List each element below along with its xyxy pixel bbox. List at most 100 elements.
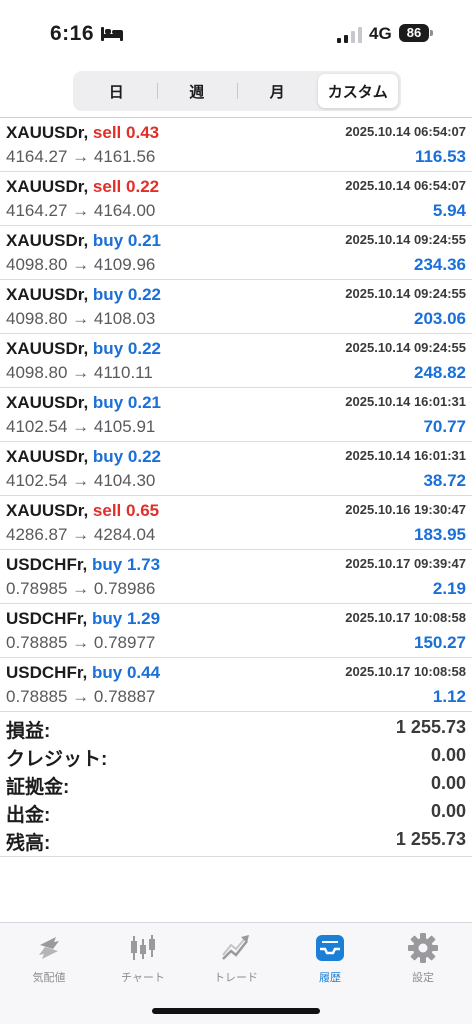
- account-summary: 損益: 1 255.73 クレジット: 0.00 証拠金: 0.00 出金: 0…: [0, 713, 472, 854]
- status-time: 6:16: [50, 22, 95, 45]
- tab-history[interactable]: 履歴: [283, 929, 377, 989]
- summary-label: 証拠金:: [6, 777, 70, 798]
- trade-symbol: XAUUSDr,: [6, 393, 89, 412]
- summary-row-credit: クレジット: 0.00: [0, 741, 472, 770]
- trade-symbol: XAUUSDr,: [6, 231, 89, 250]
- trade-volume: 0.44: [126, 663, 161, 682]
- trade-symbol: XAUUSDr,: [6, 285, 89, 304]
- trade-side: sell: [92, 123, 122, 142]
- trade-row[interactable]: USDCHFr, buy 1.73 2025.10.17 09:39:47 0.…: [0, 550, 472, 604]
- trade-title: USDCHFr, buy 1.73: [6, 555, 160, 575]
- summary-value: 1 255.73: [395, 717, 466, 737]
- status-bar: 6:16 4G 86: [0, 0, 472, 66]
- trade-title: USDCHFr, buy 0.44: [6, 663, 160, 683]
- trade-prices: 4164.27 → 4161.56: [6, 147, 156, 166]
- trade-row[interactable]: USDCHFr, buy 1.29 2025.10.17 10:08:58 0.…: [0, 604, 472, 658]
- summary-value: 0.00: [430, 801, 466, 821]
- trade-side: sell: [92, 501, 122, 520]
- trade-profit: 203.06: [414, 309, 466, 328]
- trade-side: buy: [91, 663, 123, 682]
- trade-symbol: USDCHFr,: [6, 663, 88, 682]
- trade-row[interactable]: XAUUSDr, buy 0.21 2025.10.14 16:01:31 41…: [0, 388, 472, 442]
- quotes-arrows-icon: [39, 937, 59, 959]
- tab-day[interactable]: 日: [76, 74, 157, 108]
- trade-title: XAUUSDr, buy 0.21: [6, 231, 161, 251]
- trade-prices: 4098.80 → 4109.96: [6, 255, 156, 274]
- trade-profit: 2.19: [432, 579, 466, 598]
- divider: [0, 856, 472, 857]
- trade-volume: 0.22: [126, 177, 160, 196]
- trade-profit: 248.82: [414, 363, 466, 382]
- trade-prices: 0.78985 → 0.78986: [6, 579, 156, 598]
- cellular-signal-icon: [337, 27, 362, 43]
- trade-profit: 38.72: [423, 471, 466, 490]
- trade-title: XAUUSDr, sell 0.22: [6, 177, 159, 197]
- trade-side: buy: [92, 285, 124, 304]
- tab-label: トレード: [214, 972, 258, 984]
- tab-custom[interactable]: カスタム: [317, 74, 398, 108]
- summary-label: クレジット:: [6, 749, 108, 770]
- trade-volume: 1.73: [126, 555, 161, 574]
- summary-label: 損益:: [6, 721, 51, 742]
- trade-side: buy: [92, 393, 124, 412]
- trade-profit: 70.77: [423, 417, 466, 436]
- trade-line-icon: [222, 935, 249, 960]
- summary-row-withdrawal: 出金: 0.00: [0, 797, 472, 826]
- trade-prices: 0.78885 → 0.78977: [6, 633, 156, 652]
- trade-row[interactable]: XAUUSDr, buy 0.22 2025.10.14 09:24:55 40…: [0, 334, 472, 388]
- summary-value: 0.00: [430, 773, 466, 793]
- period-segmented-control: 日 週 月 カスタム: [73, 71, 401, 111]
- trade-symbol: XAUUSDr,: [6, 123, 89, 142]
- trade-side: buy: [91, 555, 123, 574]
- summary-value: 1 255.73: [395, 829, 466, 849]
- trade-row[interactable]: XAUUSDr, sell 0.22 2025.10.14 06:54:07 4…: [0, 172, 472, 226]
- trade-symbol: XAUUSDr,: [6, 501, 89, 520]
- tab-settings[interactable]: 設定: [376, 929, 470, 989]
- network-type: 4G: [369, 24, 392, 43]
- trade-prices: 4098.80 → 4108.03: [6, 309, 156, 328]
- trade-datetime: 2025.10.17 10:08:58: [345, 610, 466, 625]
- trade-symbol: USDCHFr,: [6, 609, 88, 628]
- trade-volume: 0.43: [126, 123, 160, 142]
- trade-datetime: 2025.10.14 06:54:07: [345, 124, 466, 139]
- trade-volume: 0.65: [126, 501, 160, 520]
- gear-icon: [408, 933, 438, 963]
- trade-volume: 0.22: [127, 285, 161, 304]
- trade-prices: 0.78885 → 0.78887: [6, 687, 156, 706]
- summary-row-balance: 残高: 1 255.73: [0, 825, 472, 854]
- trade-row[interactable]: XAUUSDr, sell 0.65 2025.10.16 19:30:47 4…: [0, 496, 472, 550]
- trade-volume: 0.21: [127, 393, 161, 412]
- trade-row[interactable]: XAUUSDr, sell 0.43 2025.10.14 06:54:07 4…: [0, 118, 472, 172]
- trade-volume: 1.29: [126, 609, 161, 628]
- trade-datetime: 2025.10.17 09:39:47: [345, 556, 466, 571]
- trade-datetime: 2025.10.17 10:08:58: [345, 664, 466, 679]
- summary-label: 出金:: [6, 805, 51, 826]
- tab-week[interactable]: 週: [156, 74, 238, 108]
- trade-row[interactable]: USDCHFr, buy 0.44 2025.10.17 10:08:58 0.…: [0, 658, 472, 712]
- candlestick-chart-icon: [131, 935, 155, 960]
- trade-datetime: 2025.10.14 16:01:31: [345, 448, 466, 463]
- tab-trade[interactable]: トレード: [189, 929, 283, 989]
- trade-prices: 4164.27 → 4164.00: [6, 201, 156, 220]
- trade-row[interactable]: XAUUSDr, buy 0.22 2025.10.14 16:01:31 41…: [0, 442, 472, 496]
- tab-month[interactable]: 月: [237, 74, 318, 108]
- battery-tip: [430, 30, 433, 36]
- trade-prices: 4098.80 → 4110.11: [6, 363, 153, 382]
- tab-label: 履歴: [319, 972, 341, 984]
- tab-quotes[interactable]: 気配値: [2, 929, 96, 989]
- summary-row-profit: 損益: 1 255.73: [0, 713, 472, 742]
- summary-value: 0.00: [430, 745, 466, 765]
- trade-title: XAUUSDr, sell 0.65: [6, 501, 159, 521]
- tab-chart[interactable]: チャート: [96, 929, 190, 989]
- trade-prices: 4286.87 → 4284.04: [6, 525, 156, 544]
- trade-side: buy: [92, 339, 124, 358]
- trade-prices: 4102.54 → 4104.30: [6, 471, 156, 490]
- trade-row[interactable]: XAUUSDr, buy 0.21 2025.10.14 09:24:55 40…: [0, 226, 472, 280]
- trade-volume: 0.22: [127, 447, 161, 466]
- trade-profit: 116.53: [414, 147, 466, 166]
- home-indicator: [152, 1008, 320, 1014]
- trade-datetime: 2025.10.14 09:24:55: [345, 232, 466, 247]
- trade-profit: 5.94: [432, 201, 466, 220]
- trade-title: XAUUSDr, sell 0.43: [6, 123, 159, 143]
- trade-row[interactable]: XAUUSDr, buy 0.22 2025.10.14 09:24:55 40…: [0, 280, 472, 334]
